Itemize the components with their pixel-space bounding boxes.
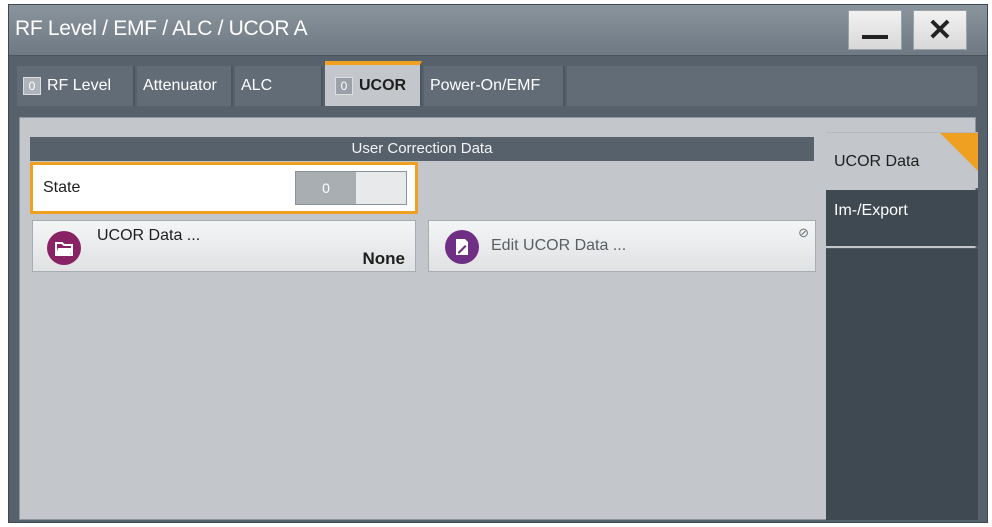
minimize-button[interactable] bbox=[848, 10, 902, 50]
state-toggle[interactable]: 0 bbox=[295, 171, 407, 205]
dialog-window: RF Level / EMF / ALC / UCOR A ✕ 0 RF Lev… bbox=[8, 4, 988, 523]
disabled-icon: ⊘ bbox=[798, 225, 809, 240]
tab-label: ALC bbox=[241, 77, 273, 94]
close-icon: ✕ bbox=[927, 13, 953, 47]
tab-power-on-emf[interactable]: Power-On/EMF bbox=[424, 66, 565, 106]
ucor-data-label: UCOR Data ... bbox=[97, 227, 201, 244]
edit-ucor-data-button[interactable]: Edit UCOR Data ... ⊘ bbox=[428, 220, 816, 272]
minimize-icon bbox=[862, 35, 888, 39]
window-title: RF Level / EMF / ALC / UCOR A bbox=[15, 17, 308, 40]
state-toggle-value: 0 bbox=[296, 172, 356, 204]
state-led-icon: 0 bbox=[23, 77, 41, 95]
tab-rf-level[interactable]: 0 RF Level bbox=[17, 66, 135, 106]
tab-label: Attenuator bbox=[143, 77, 217, 94]
tab-ucor[interactable]: 0 UCOR bbox=[325, 61, 422, 106]
edit-ucor-data-label: Edit UCOR Data ... bbox=[491, 237, 627, 254]
tab-label: UCOR bbox=[359, 76, 407, 94]
state-row[interactable]: State 0 bbox=[30, 162, 418, 214]
tab-strip-fill bbox=[567, 66, 977, 106]
title-bar: RF Level / EMF / ALC / UCOR A ✕ bbox=[9, 5, 987, 56]
ucor-panel: User Correction Data State 0 UCOR Data .… bbox=[19, 117, 978, 520]
side-tab-label: Im-/Export bbox=[834, 202, 908, 219]
tab-alc[interactable]: ALC bbox=[235, 66, 323, 106]
ucor-data-value: None bbox=[362, 249, 406, 268]
side-tab-im-export[interactable]: Im-/Export bbox=[826, 190, 978, 246]
tab-label: Power-On/EMF bbox=[430, 77, 541, 94]
tab-attenuator[interactable]: Attenuator bbox=[137, 66, 233, 106]
close-button[interactable]: ✕ bbox=[913, 10, 967, 50]
folder-icon bbox=[47, 231, 81, 265]
side-tab-ucor-data[interactable]: UCOR Data bbox=[826, 132, 978, 188]
state-led-icon: 0 bbox=[335, 76, 353, 95]
active-corner-marker bbox=[940, 133, 978, 171]
state-toggle-track bbox=[356, 172, 406, 204]
tab-label: RF Level bbox=[47, 77, 112, 94]
side-tab-fill bbox=[826, 248, 978, 520]
ucor-data-button[interactable]: UCOR Data ... None bbox=[32, 220, 416, 272]
section-header: User Correction Data bbox=[30, 137, 814, 161]
tab-strip: 0 RF Level Attenuator ALC 0 UCOR Power-O… bbox=[9, 56, 987, 110]
state-label: State bbox=[43, 179, 81, 196]
side-tab-label: UCOR Data bbox=[834, 153, 920, 170]
edit-document-icon bbox=[445, 230, 479, 264]
